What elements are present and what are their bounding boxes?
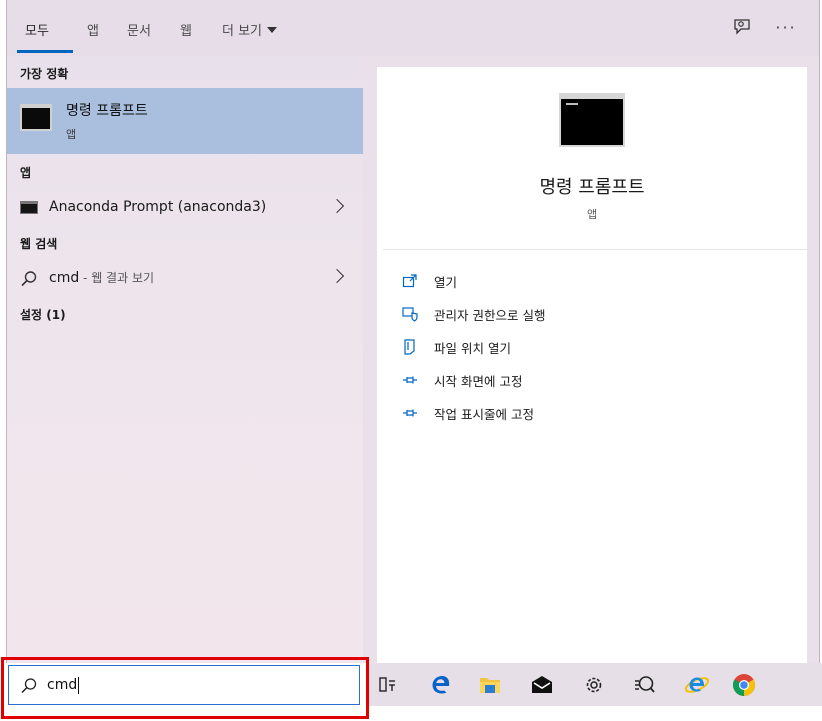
settings-header[interactable]: 설정 (1) bbox=[20, 306, 66, 323]
tab-more[interactable]: 더 보기 bbox=[222, 20, 278, 39]
list-item-anaconda[interactable]: Anaconda Prompt (anaconda3) bbox=[7, 192, 363, 224]
taskbar bbox=[367, 663, 822, 706]
detail-title: 명령 프롬프트 bbox=[539, 177, 645, 198]
list-item-web-search[interactable]: cmd - 웹 결과 보기 bbox=[7, 262, 363, 294]
action-label: 파일 위치 열기 bbox=[434, 340, 511, 356]
file-explorer-icon[interactable] bbox=[477, 672, 503, 698]
feedback-icon[interactable] bbox=[729, 14, 755, 40]
action-pin-to-start[interactable]: 시작 화면에 고정 bbox=[401, 368, 522, 392]
tab-web[interactable]: 웹 bbox=[180, 20, 192, 39]
search-icon bbox=[21, 678, 37, 694]
detail-pane: 명령 프롬프트 앱 열기 관리자 권한으로 실행 파일 위치 열기 시작 화면에… bbox=[377, 67, 807, 663]
tab-apps[interactable]: 앱 bbox=[87, 20, 99, 39]
taskbar-search-box[interactable]: cmd bbox=[8, 665, 360, 705]
web-search-label: cmd - 웹 결과 보기 bbox=[49, 269, 154, 286]
file-location-icon bbox=[401, 338, 419, 356]
chrome-icon[interactable] bbox=[731, 672, 757, 698]
tab-more-label: 더 보기 bbox=[222, 24, 263, 39]
pin-icon bbox=[401, 404, 419, 422]
web-search-header: 웹 검색 bbox=[20, 237, 58, 251]
search-icon bbox=[21, 271, 37, 287]
tab-documents[interactable]: 문서 bbox=[127, 20, 151, 39]
action-label: 관리자 권한으로 실행 bbox=[434, 307, 546, 323]
divider bbox=[383, 249, 807, 250]
best-match-header: 가장 정확 bbox=[20, 67, 69, 81]
anaconda-label: Anaconda Prompt (anaconda3) bbox=[49, 199, 267, 215]
action-pin-to-taskbar[interactable]: 작업 표시줄에 고정 bbox=[401, 401, 534, 425]
action-label: 시작 화면에 고정 bbox=[434, 373, 523, 389]
search-input[interactable]: cmd bbox=[47, 677, 80, 694]
best-match-subtitle: 앱 bbox=[66, 128, 77, 141]
chevron-right-icon[interactable] bbox=[329, 268, 345, 284]
tab-all[interactable]: 모두 bbox=[25, 20, 49, 39]
apps-header: 앱 bbox=[20, 166, 32, 180]
caret-down-icon bbox=[267, 27, 278, 33]
command-prompt-icon bbox=[20, 104, 52, 131]
web-hint: - 웹 결과 보기 bbox=[79, 271, 155, 285]
settings-icon[interactable] bbox=[581, 672, 607, 698]
cursor-line bbox=[566, 103, 578, 105]
action-label: 열기 bbox=[434, 274, 458, 290]
action-label: 작업 표시줄에 고정 bbox=[434, 406, 534, 422]
open-icon bbox=[401, 272, 419, 290]
web-query: cmd bbox=[49, 270, 80, 286]
internet-explorer-icon[interactable] bbox=[684, 672, 710, 698]
best-match-item[interactable]: 명령 프롬프트 앱 bbox=[7, 88, 363, 154]
action-run-as-admin[interactable]: 관리자 권한으로 실행 bbox=[401, 302, 545, 326]
run-as-admin-icon bbox=[401, 305, 419, 323]
command-prompt-icon bbox=[559, 93, 625, 147]
chevron-right-icon[interactable] bbox=[329, 198, 345, 214]
pin-icon bbox=[401, 371, 419, 389]
active-tab-indicator bbox=[17, 50, 73, 53]
task-view-icon[interactable] bbox=[375, 672, 401, 698]
action-open[interactable]: 열기 bbox=[401, 269, 457, 293]
action-open-file-location[interactable]: 파일 위치 열기 bbox=[401, 335, 511, 359]
ellipsis-label: ··· bbox=[775, 17, 797, 37]
options-button[interactable]: ··· bbox=[773, 14, 799, 40]
best-match-title: 명령 프롬프트 bbox=[66, 103, 148, 119]
search-panel: 모두 앱 문서 웹 더 보기 ··· 가장 정확 명령 프롬프트 앱 앱 Ana… bbox=[6, 0, 820, 663]
feedback-hub-icon[interactable] bbox=[632, 672, 658, 698]
detail-subtitle: 앱 bbox=[586, 208, 598, 221]
mail-icon[interactable] bbox=[529, 672, 555, 698]
search-tabs: 모두 앱 문서 웹 더 보기 ··· bbox=[7, 0, 819, 56]
edge-icon[interactable] bbox=[428, 672, 454, 698]
terminal-icon bbox=[20, 201, 38, 214]
